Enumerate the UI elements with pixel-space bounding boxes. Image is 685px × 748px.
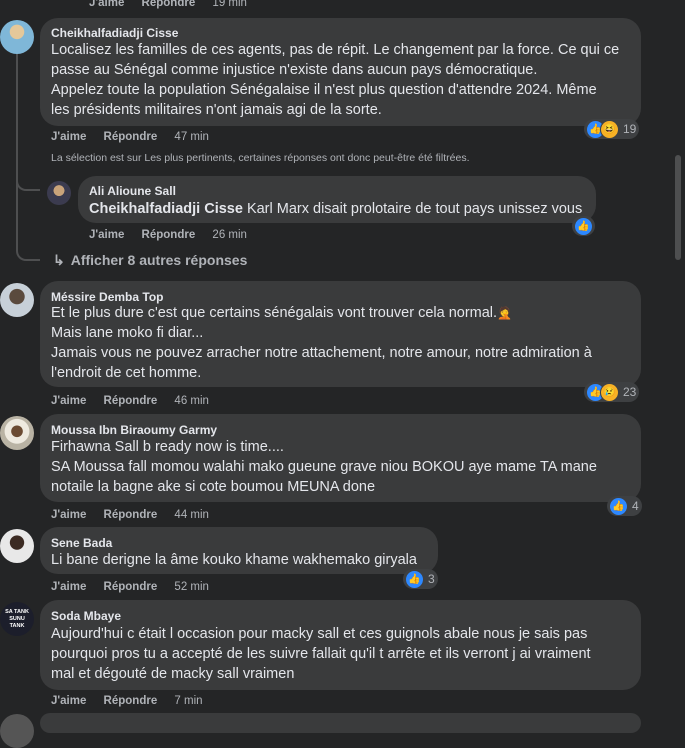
filter-notice: La sélection est sur Les plus pertinents… <box>51 152 470 164</box>
reply-link[interactable]: Répondre <box>104 581 158 593</box>
scrollbar-thumb[interactable] <box>675 155 681 260</box>
author-name[interactable]: Soda Mbaye <box>51 609 121 623</box>
reply-arrow-icon: ↳ <box>53 252 65 268</box>
comment-bubble: Cheikhalfadiadji Cisse Localisez les fam… <box>40 18 641 126</box>
reactions[interactable]: 👍 😢 23 <box>584 382 640 402</box>
like-icon: 👍 <box>405 569 424 589</box>
reply-link[interactable]: Répondre <box>142 0 196 9</box>
comment-text: Localisez les familles de ces agents, pa… <box>51 42 620 118</box>
timestamp[interactable]: 7 min <box>174 695 202 707</box>
reactions[interactable]: 👍 <box>572 216 595 236</box>
sad-icon: 😢 <box>600 382 619 402</box>
comment-bubble: Sene Bada Li bane derigne la âme kouko k… <box>40 527 438 574</box>
reply-link[interactable]: Répondre <box>104 509 158 521</box>
reaction-count: 4 <box>632 499 639 513</box>
like-link[interactable]: J'aime <box>51 581 86 593</box>
reply-link[interactable]: Répondre <box>142 229 196 241</box>
avatar[interactable]: SA TANK SUNU TANK <box>0 602 34 636</box>
reaction-count: 19 <box>623 122 637 136</box>
reply-bubble: Ali Alioune Sall Cheikhalfadiadji Cisse … <box>78 176 596 223</box>
timestamp[interactable]: 52 min <box>174 581 209 593</box>
comment-text: Li bane derigne la âme kouko khame wakhe… <box>51 552 417 568</box>
reactions[interactable]: 👍 4 <box>607 496 642 516</box>
author-name[interactable]: Méssire Demba Top <box>51 290 163 304</box>
show-more-replies[interactable]: ↳ Afficher 8 autres réponses <box>53 252 247 269</box>
avatar[interactable] <box>0 714 34 748</box>
comment-text: Aujourd'hui c était l occasion pour mack… <box>51 626 591 682</box>
avatar[interactable] <box>0 529 34 563</box>
reactions[interactable]: 👍 😆 19 <box>584 119 640 139</box>
author-name[interactable]: Sene Bada <box>51 536 112 550</box>
avatar[interactable] <box>0 416 34 450</box>
reply-text: Cheikhalfadiadji Cisse Karl Marx disait … <box>89 201 583 217</box>
like-icon: 👍 <box>609 496 628 516</box>
author-name[interactable]: Cheikhalfadiadji Cisse <box>51 26 178 40</box>
comment-bubble: Méssire Demba Top Et le plus dure c'est … <box>40 281 641 387</box>
timestamp[interactable]: 19 min <box>212 0 247 9</box>
thread-line <box>16 52 18 247</box>
comment-bubble: Moussa Ibn Biraoumy Garmy Firhawna Sall … <box>40 414 641 502</box>
prev-comment-actions: J'aime Répondre 19 min <box>89 0 261 9</box>
haha-icon: 😆 <box>600 119 619 139</box>
avatar[interactable] <box>0 283 34 317</box>
comment-actions: J'aime Répondre 52 min <box>51 581 223 593</box>
reply-actions: J'aime Répondre 26 min <box>89 229 261 241</box>
comment-text: Firhawna Sall b ready now is time.... SA… <box>51 439 597 495</box>
reply-link[interactable]: Répondre <box>104 395 158 407</box>
reactions[interactable]: 👍 3 <box>403 569 438 589</box>
like-link[interactable]: J'aime <box>89 229 124 241</box>
comment-text: Et le plus dure c'est que certains sénég… <box>51 305 592 381</box>
like-icon: 👍 <box>574 216 593 236</box>
avatar[interactable] <box>47 181 71 205</box>
mention-link[interactable]: Cheikhalfadiadji Cisse <box>89 201 243 217</box>
like-link[interactable]: J'aime <box>51 131 86 143</box>
reaction-count: 23 <box>623 385 637 399</box>
comment-bubble: Soda Mbaye Aujourd'hui c était l occasio… <box>40 600 641 690</box>
timestamp[interactable]: 46 min <box>174 395 209 407</box>
timestamp[interactable]: 47 min <box>174 131 209 143</box>
like-link[interactable]: J'aime <box>89 0 124 9</box>
timestamp[interactable]: 44 min <box>174 509 209 521</box>
author-name[interactable]: Moussa Ibn Biraoumy Garmy <box>51 423 217 437</box>
author-name[interactable]: Ali Alioune Sall <box>89 184 176 198</box>
emoji-icon: 🤦 <box>497 306 513 320</box>
comment-actions: J'aime Répondre 46 min <box>51 395 223 407</box>
timestamp[interactable]: 26 min <box>212 229 247 241</box>
thread-line-branch <box>16 245 40 261</box>
like-link[interactable]: J'aime <box>51 695 86 707</box>
next-comment-bubble <box>40 713 641 733</box>
like-link[interactable]: J'aime <box>51 395 86 407</box>
like-link[interactable]: J'aime <box>51 509 86 521</box>
comment-actions: J'aime Répondre 47 min <box>51 131 223 143</box>
comment-actions: J'aime Répondre 44 min <box>51 509 223 521</box>
comment-actions: J'aime Répondre 7 min <box>51 695 217 707</box>
reply-link[interactable]: Répondre <box>104 695 158 707</box>
thread-line-branch <box>16 175 40 191</box>
reaction-count: 3 <box>428 572 435 586</box>
avatar[interactable] <box>0 20 34 54</box>
reply-link[interactable]: Répondre <box>104 131 158 143</box>
